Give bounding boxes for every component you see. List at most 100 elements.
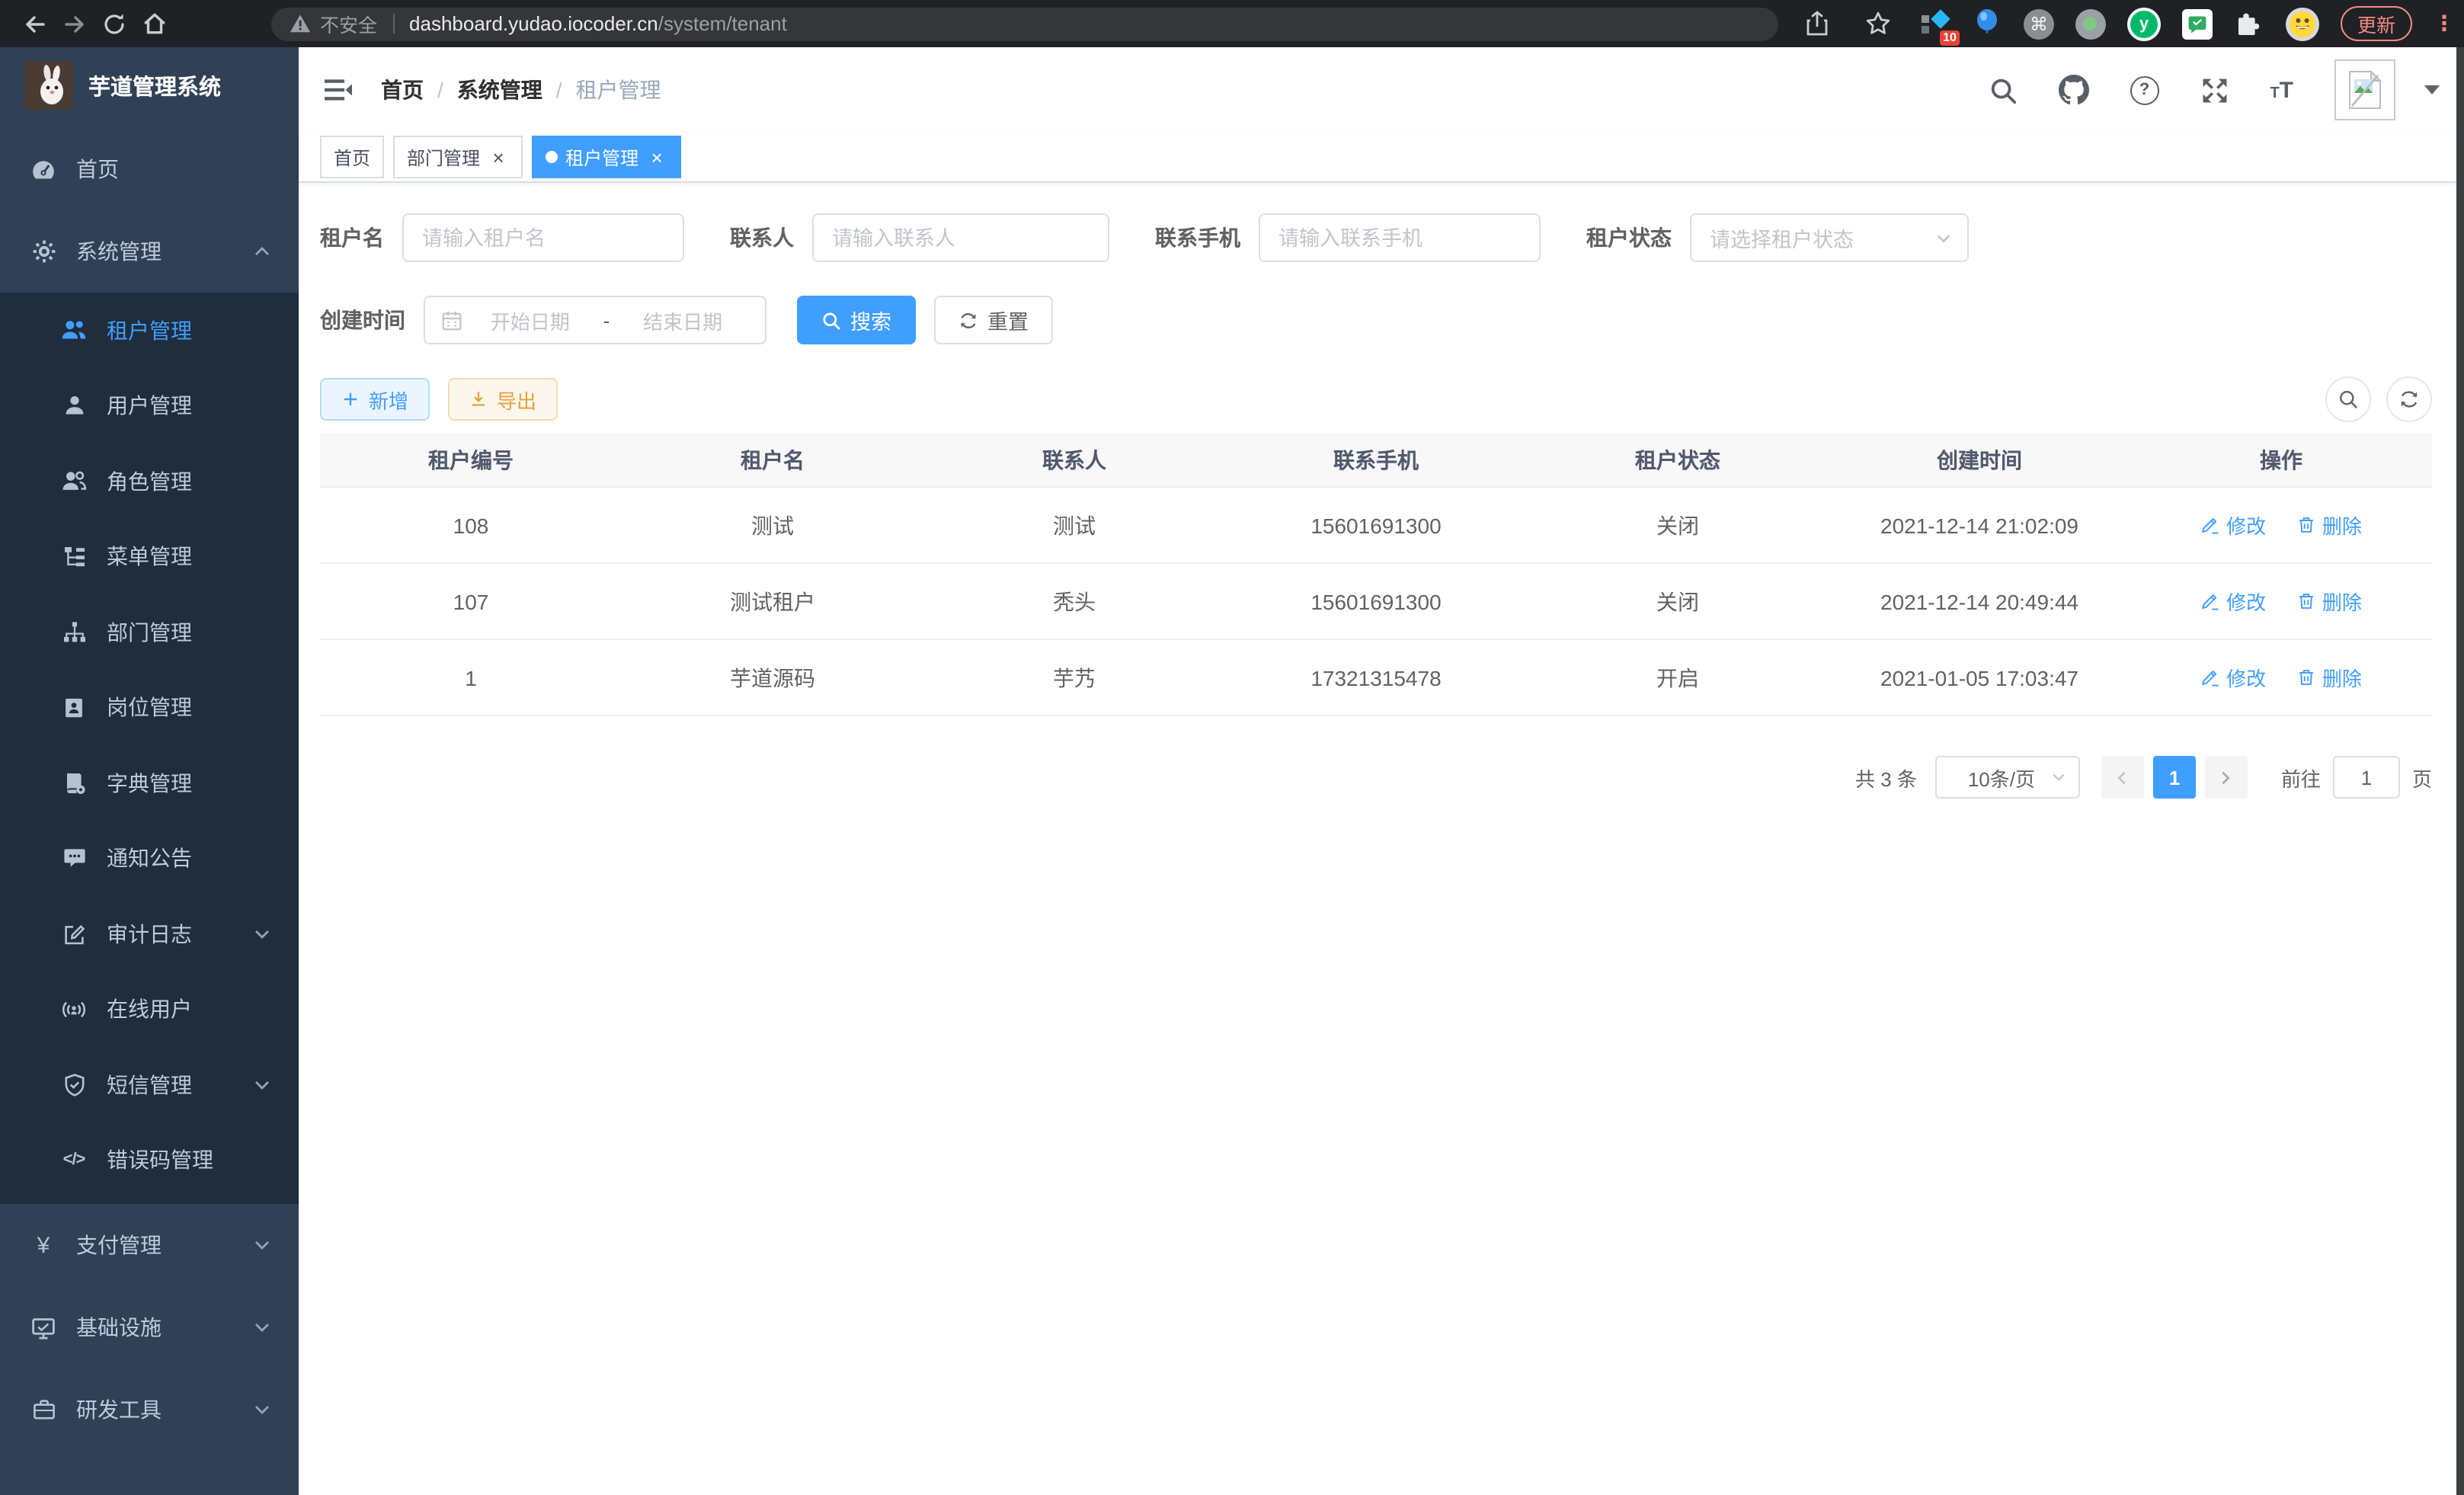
breadcrumb-home[interactable]: 首页 (381, 75, 424, 105)
sidebar-item-label: 短信管理 (107, 1070, 192, 1100)
sidebar-toggle-icon[interactable] (323, 75, 357, 105)
tag-close-icon[interactable]: × (488, 146, 509, 168)
cell-actions: 修改 删除 (2130, 487, 2432, 563)
col-tenant-id: 租户编号 (320, 433, 622, 487)
mobile-input[interactable] (1259, 213, 1541, 262)
sidebar-item-tenant[interactable]: 租户管理 (0, 293, 299, 368)
sidebar-item-audit-log[interactable]: 审计日志 (0, 896, 299, 972)
status-label: 租户状态 (1586, 222, 1690, 253)
cell-tenant-name: 测试 (622, 487, 923, 563)
date-separator: - (597, 309, 616, 331)
extension-recorder-icon[interactable] (2075, 8, 2106, 39)
fullscreen-icon[interactable] (2200, 75, 2229, 104)
extension-tag-manager-icon[interactable]: 10 (1920, 8, 1950, 39)
sidebar-item-notice[interactable]: 通知公告 (0, 821, 299, 896)
sidebar-item-infrastructure[interactable]: 基础设施 (0, 1286, 299, 1369)
forward-icon[interactable] (55, 4, 94, 43)
tag-close-icon[interactable]: × (646, 146, 667, 168)
sidebar-item-dev-tools[interactable]: 研发工具 (0, 1369, 299, 1451)
bookmark-star-icon[interactable] (1859, 4, 1899, 43)
profile-avatar-emoji[interactable] (2286, 7, 2319, 40)
page-size-select[interactable]: 10条/页 (1935, 756, 2080, 799)
prev-page-button[interactable] (2101, 756, 2144, 799)
next-page-button[interactable] (2205, 756, 2248, 799)
sidebar-item-sms[interactable]: 短信管理 (0, 1047, 299, 1122)
font-size-icon[interactable]: TT (2270, 77, 2293, 103)
edit-link[interactable]: 修改 (2200, 663, 2266, 692)
page-content: 租户名 联系人 联系手机 租户状态 请选择租户状态 (299, 183, 2464, 1495)
address-bar[interactable]: 不安全 dashboard.yudao.iocoder.cn/system/te… (271, 7, 1778, 40)
status-select[interactable]: 请选择租户状态 (1690, 213, 1969, 262)
search-icon (821, 310, 841, 330)
sidebar-item-label: 研发工具 (76, 1394, 162, 1425)
sidebar-item-dict[interactable]: 字典管理 (0, 745, 299, 821)
shield-check-icon (61, 1073, 87, 1097)
chrome-update-button[interactable]: 更新 (2341, 6, 2412, 41)
export-button[interactable]: 导出 (448, 378, 558, 421)
sidebar-item-post[interactable]: 岗位管理 (0, 670, 299, 745)
extensions-puzzle-icon[interactable] (2234, 8, 2264, 39)
reset-button[interactable]: 重置 (934, 296, 1053, 344)
sidebar-item-dept[interactable]: 部门管理 (0, 594, 299, 670)
app-logo-row[interactable]: 芋道管理系统 (0, 47, 299, 123)
share-icon[interactable] (1798, 4, 1838, 43)
sidebar-item-error-code[interactable]: </> 错误码管理 (0, 1122, 299, 1198)
user-avatar[interactable] (2334, 59, 2395, 120)
page-unit-label: 页 (2412, 763, 2432, 792)
contact-input[interactable] (812, 213, 1109, 262)
yen-icon: ¥ (30, 1232, 56, 1258)
refresh-table-button[interactable] (2386, 376, 2432, 422)
avatar-dropdown-caret[interactable] (2424, 85, 2440, 94)
sidebar-item-online-user[interactable]: 在线用户 (0, 972, 299, 1047)
cell-status: 关闭 (1527, 563, 1829, 639)
sidebar-item-system[interactable]: 系统管理 (0, 210, 299, 293)
tag-tenant[interactable]: 租户管理 × (532, 136, 681, 178)
home-icon[interactable] (134, 4, 174, 43)
date-end-placeholder: 结束日期 (616, 306, 750, 335)
search-button[interactable]: 搜索 (797, 296, 916, 344)
url-host: dashboard.yudao.iocoder.cn (409, 12, 658, 35)
help-icon[interactable]: ? (2130, 75, 2158, 104)
app-title: 芋道管理系统 (88, 69, 221, 101)
sidebar-item-menu[interactable]: 菜单管理 (0, 519, 299, 594)
extension-balloon-icon[interactable] (1972, 8, 2002, 39)
app-logo (24, 61, 73, 110)
reload-icon[interactable] (94, 4, 134, 43)
sidebar-item-user[interactable]: 用户管理 (0, 368, 299, 443)
edit-link[interactable]: 修改 (2200, 587, 2266, 616)
reset-button-label: 重置 (987, 305, 1029, 335)
tag-home[interactable]: 首页 (320, 136, 384, 178)
current-page-button[interactable]: 1 (2153, 756, 2196, 799)
refresh-icon (2398, 389, 2420, 410)
status-placeholder: 请选择租户状态 (1710, 222, 1935, 253)
extension-yuque-icon[interactable]: y (2127, 7, 2161, 40)
back-icon[interactable] (15, 4, 55, 43)
goto-label: 前往 (2281, 763, 2321, 792)
toggle-search-button[interactable] (2325, 376, 2371, 422)
breadcrumb-system[interactable]: 系统管理 (457, 75, 542, 105)
delete-link[interactable]: 删除 (2296, 663, 2362, 692)
delete-link[interactable]: 删除 (2296, 511, 2362, 539)
trash-icon (2296, 591, 2316, 611)
sidebar-item-label: 在线用户 (107, 994, 192, 1025)
goto-page-input[interactable] (2333, 756, 2400, 799)
chevron-down-icon (253, 1076, 271, 1094)
chrome-update-label: 更新 (2357, 9, 2395, 38)
security-indicator[interactable]: 不安全 (290, 9, 377, 38)
github-icon[interactable] (2058, 75, 2088, 105)
window-scrollbar[interactable] (2456, 47, 2464, 1495)
tag-dept[interactable]: 部门管理 × (393, 136, 523, 178)
extension-command-icon[interactable]: ⌘ (2024, 8, 2054, 39)
sidebar-item-payment[interactable]: ¥ 支付管理 (0, 1204, 299, 1286)
extension-chat-icon[interactable] (2182, 8, 2213, 39)
sidebar-item-role[interactable]: 角色管理 (0, 443, 299, 519)
delete-link[interactable]: 删除 (2296, 587, 2362, 616)
date-range-picker[interactable]: 开始日期 - 结束日期 (424, 296, 766, 344)
browser-menu-icon[interactable]: ⋮ (2434, 20, 2449, 27)
add-button[interactable]: 新增 (320, 378, 430, 421)
search-icon[interactable] (1988, 75, 2017, 104)
security-label: 不安全 (320, 9, 377, 38)
edit-link[interactable]: 修改 (2200, 511, 2266, 539)
tenant-name-input[interactable] (402, 213, 684, 262)
sidebar-item-home[interactable]: 首页 (0, 128, 299, 210)
